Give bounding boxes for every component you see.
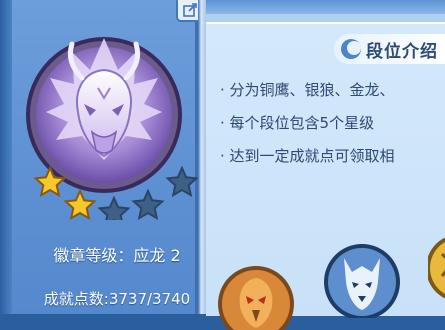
stars-svg: [33, 165, 199, 220]
info-card: 段位介绍 · 分为铜鹰、银狼、金龙、 · 每个段位包含5个星级 · 达到一定成就…: [206, 22, 445, 330]
star-empty-icon: [97, 195, 131, 220]
list-item: · 达到一定成就点可领取相: [220, 147, 395, 165]
star-empty-icon: [165, 165, 199, 198]
badge-panel: 徽章等级：应龙 2 成就点数:3737/3740: [12, 0, 204, 314]
badge-level-label: 徽章等级：应龙 2: [53, 246, 181, 265]
edit-icon: [183, 3, 197, 17]
star-filled-icon: [33, 165, 67, 198]
star-filled-icon: [63, 188, 97, 220]
left-edge-strip: [0, 0, 12, 314]
section-title: 段位介绍: [334, 34, 445, 64]
list-item: · 分为铜鹰、银狼、金龙、: [220, 81, 395, 99]
panel-divider: [198, 0, 206, 314]
wolf-rank-icon[interactable]: [322, 238, 402, 318]
achievement-points-label: 成就点数:3737/3740: [43, 290, 191, 308]
rank-info-panel: 段位介绍 · 分为铜鹰、银狼、金龙、 · 每个段位包含5个星级 · 达到一定成就…: [206, 0, 445, 330]
gold-rank-icon[interactable]: [428, 224, 445, 304]
star-empty-icon: [131, 188, 165, 220]
info-top-band: [206, 0, 445, 14]
rank-info-list: · 分为铜鹰、银狼、金龙、 · 每个段位包含5个星级 · 达到一定成就点可领取相: [220, 74, 445, 173]
section-title-text: 段位介绍: [366, 41, 438, 62]
eagle-rank-icon[interactable]: [216, 260, 296, 330]
crescent-icon: [341, 39, 361, 59]
list-item: · 每个段位包含5个星级: [220, 114, 375, 132]
